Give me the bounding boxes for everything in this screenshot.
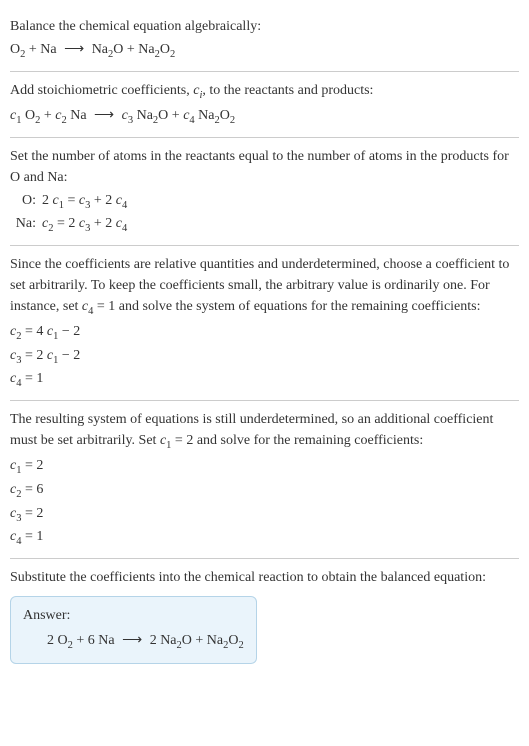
txt: Na [88, 42, 108, 57]
arrow-icon: ⟶ [118, 630, 146, 651]
atom-equations: O: 2 c1 = c3 + 2 c4 Na: c2 = 2 c3 + 2 c4 [10, 190, 519, 237]
txt: Add stoichiometric coefficients, [10, 83, 193, 98]
intro-title: Balance the chemical equation algebraica… [10, 16, 519, 37]
txt: + [40, 108, 55, 123]
txt: Na [133, 108, 153, 123]
arrow-icon: ⟶ [90, 105, 118, 126]
sub: 2 [230, 115, 235, 126]
section-arbitrary2: The resulting system of equations is sti… [10, 401, 519, 559]
sub: 2 [238, 639, 243, 650]
section-coefficients: Add stoichiometric coefficients, ci, to … [10, 72, 519, 138]
txt: = 6 [21, 482, 43, 497]
txt: = 2 [53, 216, 78, 231]
sub: 4 [122, 199, 127, 210]
txt: 2 Na [146, 633, 176, 648]
atom-label: Na: [10, 213, 42, 237]
txt: 2 [42, 193, 53, 208]
section-atoms: Set the number of atoms in the reactants… [10, 138, 519, 246]
txt: = 4 [21, 324, 46, 339]
txt: = 2 [21, 458, 43, 473]
txt: = 2 [21, 348, 46, 363]
section-answer: Substitute the coefficients into the che… [10, 559, 519, 673]
txt: O [228, 633, 238, 648]
arb1-line2: c3 = 2 c1 − 2 [10, 345, 519, 369]
txt: + 6 Na [73, 633, 118, 648]
txt: = 2 and solve for the remaining coeffici… [171, 433, 423, 448]
answer-equation: 2 O2 + 6 Na ⟶ 2 Na2O + Na2O2 [23, 630, 244, 654]
txt: 2 O [47, 633, 68, 648]
arb1-line1: c2 = 4 c1 − 2 [10, 321, 519, 345]
sub: 2 [170, 49, 175, 60]
answer-label: Answer: [23, 605, 244, 626]
section-arbitrary1: Since the coefficients are relative quan… [10, 246, 519, 401]
txt: = 2 [21, 506, 43, 521]
atom-label: O: [10, 190, 42, 214]
txt: + Na [25, 42, 60, 57]
txt: + 2 [90, 216, 115, 231]
arb1-line3: c4 = 1 [10, 368, 519, 392]
coeff-equation: c1 O2 + c2 Na ⟶ c3 Na2O + c4 Na2O2 [10, 105, 519, 129]
section-intro: Balance the chemical equation algebraica… [10, 8, 519, 72]
txt: = [64, 193, 79, 208]
coeff-title: Add stoichiometric coefficients, ci, to … [10, 80, 519, 104]
atom-row-na: Na: c2 = 2 c3 + 2 c4 [10, 213, 519, 237]
txt: = 1 [21, 371, 43, 386]
atom-eq: 2 c1 = c3 + 2 c4 [42, 190, 519, 214]
arb2-line4: c4 = 1 [10, 526, 519, 550]
txt: O [220, 108, 230, 123]
arb2-line2: c2 = 6 [10, 479, 519, 503]
txt: Na [195, 108, 215, 123]
txt: O + [158, 108, 183, 123]
answer-box: Answer: 2 O2 + 6 Na ⟶ 2 Na2O + Na2O2 [10, 596, 257, 665]
arb2-title: The resulting system of equations is sti… [10, 409, 519, 454]
atom-eq: c2 = 2 c3 + 2 c4 [42, 213, 519, 237]
txt: O [21, 108, 35, 123]
arrow-icon: ⟶ [60, 39, 88, 60]
arb1-title: Since the coefficients are relative quan… [10, 254, 519, 320]
answer-title: Substitute the coefficients into the che… [10, 567, 519, 588]
txt: O + Na [182, 633, 223, 648]
txt: , to the reactants and products: [202, 83, 373, 98]
arb2-line3: c3 = 2 [10, 503, 519, 527]
txt: + 2 [90, 193, 115, 208]
atom-row-o: O: 2 c1 = c3 + 2 c4 [10, 190, 519, 214]
atoms-title: Set the number of atoms in the reactants… [10, 146, 519, 188]
txt: = 1 [21, 529, 43, 544]
txt: O + Na [113, 42, 154, 57]
arb2-line1: c1 = 2 [10, 455, 519, 479]
txt: O [160, 42, 170, 57]
txt: Na [67, 108, 90, 123]
intro-equation: O2 + Na ⟶ Na2O + Na2O2 [10, 39, 519, 63]
txt: − 2 [58, 348, 80, 363]
txt: = 1 and solve the system of equations fo… [93, 299, 480, 314]
sub: 4 [122, 223, 127, 234]
txt: O [10, 42, 20, 57]
txt: − 2 [58, 324, 80, 339]
